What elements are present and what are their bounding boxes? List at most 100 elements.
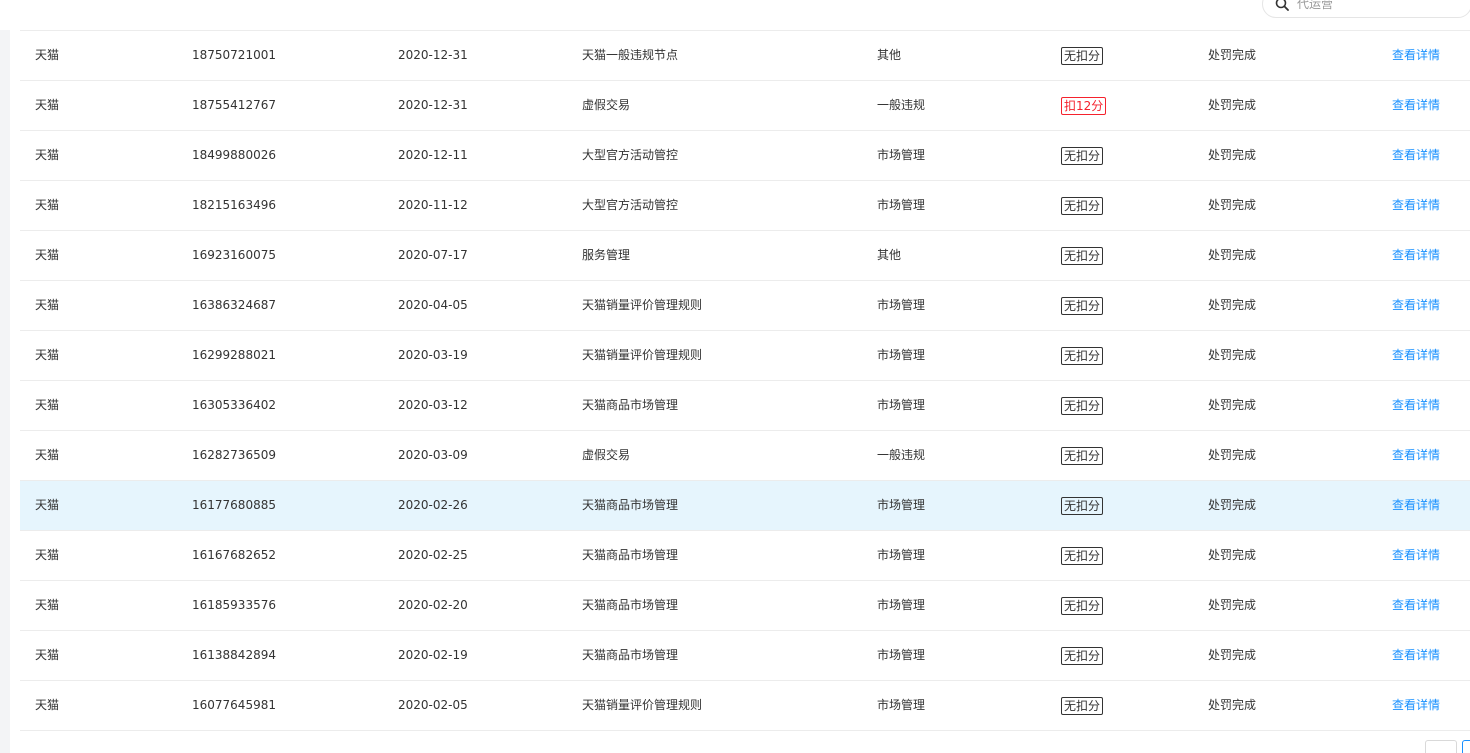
points-badge: 无扣分: [1061, 646, 1104, 665]
cell-points: 无扣分: [1061, 31, 1104, 80]
cell-status: 处罚完成: [1208, 148, 1257, 162]
cell-platform: 天猫: [35, 348, 60, 362]
view-details-link[interactable]: 查看详情: [1392, 631, 1440, 680]
cell-id: 18215163496: [192, 198, 276, 212]
cell-platform: 天猫: [35, 548, 60, 562]
cell-status: 处罚完成: [1208, 398, 1257, 412]
view-details-link[interactable]: 查看详情: [1392, 531, 1440, 580]
table-row[interactable]: 天猫 16923160075 2020-07-17 服务管理 其他 无扣分 处罚完成 查看详情: [20, 231, 1470, 281]
view-details-link[interactable]: 查看详情: [1392, 81, 1440, 130]
table-row[interactable]: 天猫 16386324687 2020-04-05 天猫销量评价管理规则 市场管理 无扣分…: [20, 281, 1470, 331]
table-row[interactable]: 天猫 18755412767 2020-12-31 虚假交易 一般违规 扣12分 处罚完成 查…: [20, 81, 1470, 131]
cell-reason: 天猫商品市场管理: [582, 398, 679, 412]
cell-id: 18750721001: [192, 48, 276, 62]
cell-platform: 天猫: [35, 198, 60, 212]
table-row[interactable]: 天猫 16299288021 2020-03-19 天猫销量评价管理规则 市场管理 无扣分…: [20, 331, 1470, 381]
view-details-link[interactable]: 查看详情: [1392, 181, 1440, 230]
cell-platform: 天猫: [35, 48, 60, 62]
cell-platform: 天猫: [35, 248, 60, 262]
cell-type: 市场管理: [877, 198, 926, 212]
cell-reason: 天猫商品市场管理: [582, 498, 679, 512]
view-details-link[interactable]: 查看详情: [1392, 231, 1440, 280]
cell-reason: 天猫销量评价管理规则: [582, 348, 703, 362]
cell-reason: 天猫商品市场管理: [582, 598, 679, 612]
cell-date: 2020-04-05: [398, 298, 468, 312]
cell-type: 市场管理: [877, 398, 926, 412]
pagination-page-button[interactable]: [1462, 740, 1470, 753]
cell-points: 无扣分: [1061, 631, 1104, 680]
table-row[interactable]: 天猫 16282736509 2020-03-09 虚假交易 一般违规 无扣分 处罚完成 查看…: [20, 431, 1470, 481]
view-details-link[interactable]: 查看详情: [1392, 581, 1440, 630]
cell-points: 无扣分: [1061, 131, 1104, 180]
points-badge: 无扣分: [1061, 246, 1104, 265]
cell-id: 16077645981: [192, 698, 276, 712]
cell-date: 2020-07-17: [398, 248, 468, 262]
cell-platform: 天猫: [35, 448, 60, 462]
violations-table: 天猫 18750721001 2020-12-31 天猫一般违规节点 其他 无扣分 处罚完成…: [20, 30, 1470, 731]
cell-reason: 虚假交易: [582, 448, 631, 462]
cell-points: 无扣分: [1061, 431, 1104, 480]
table-row[interactable]: 天猫 18750721001 2020-12-31 天猫一般违规节点 其他 无扣分 处罚完成…: [20, 30, 1470, 81]
view-details-link[interactable]: 查看详情: [1392, 481, 1440, 530]
cell-reason: 大型官方活动管控: [582, 198, 679, 212]
left-sidebar-edge: [0, 30, 10, 753]
cell-points: 无扣分: [1061, 681, 1104, 730]
cell-status: 处罚完成: [1208, 698, 1257, 712]
cell-platform: 天猫: [35, 698, 60, 712]
table-row[interactable]: 天猫 16305336402 2020-03-12 天猫商品市场管理 市场管理 无扣分 处罚…: [20, 381, 1470, 431]
cell-status: 处罚完成: [1208, 298, 1257, 312]
points-badge: 无扣分: [1061, 396, 1104, 415]
cell-type: 一般违规: [877, 448, 926, 462]
cell-date: 2020-12-11: [398, 148, 468, 162]
cell-status: 处罚完成: [1208, 648, 1257, 662]
cell-status: 处罚完成: [1208, 48, 1257, 62]
cell-platform: 天猫: [35, 398, 60, 412]
search-box[interactable]: 代运营: [1262, 0, 1470, 18]
view-details-link[interactable]: 查看详情: [1392, 31, 1440, 80]
cell-platform: 天猫: [35, 98, 60, 112]
table-row[interactable]: 天猫 16185933576 2020-02-20 天猫商品市场管理 市场管理 无扣分 处罚…: [20, 581, 1470, 631]
table-row[interactable]: 天猫 16077645981 2020-02-05 天猫销量评价管理规则 市场管理 无扣分…: [20, 681, 1470, 731]
pagination-prev-button[interactable]: [1425, 740, 1457, 753]
cell-reason: 天猫销量评价管理规则: [582, 298, 703, 312]
cell-type: 市场管理: [877, 698, 926, 712]
table-row[interactable]: 天猫 16138842894 2020-02-19 天猫商品市场管理 市场管理 无扣分 处罚…: [20, 631, 1470, 681]
cell-id: 16923160075: [192, 248, 276, 262]
table-row[interactable]: 天猫 18215163496 2020-11-12 大型官方活动管控 市场管理 无扣分 处罚…: [20, 181, 1470, 231]
cell-id: 16185933576: [192, 598, 276, 612]
cell-id: 16138842894: [192, 648, 276, 662]
table-row[interactable]: 天猫 18499880026 2020-12-11 大型官方活动管控 市场管理 无扣分 处罚…: [20, 131, 1470, 181]
view-details-link[interactable]: 查看详情: [1392, 131, 1440, 180]
cell-points: 无扣分: [1061, 531, 1104, 580]
view-details-link[interactable]: 查看详情: [1392, 381, 1440, 430]
cell-date: 2020-02-05: [398, 698, 468, 712]
points-badge: 无扣分: [1061, 596, 1104, 615]
cell-date: 2020-03-09: [398, 448, 468, 462]
cell-type: 市场管理: [877, 348, 926, 362]
search-icon[interactable]: [1275, 0, 1289, 11]
cell-id: 18499880026: [192, 148, 276, 162]
cell-points: 无扣分: [1061, 181, 1104, 230]
points-badge: 无扣分: [1061, 346, 1104, 365]
table-row[interactable]: 天猫 16167682652 2020-02-25 天猫商品市场管理 市场管理 无扣分 处罚…: [20, 531, 1470, 581]
cell-platform: 天猫: [35, 148, 60, 162]
cell-points: 无扣分: [1061, 481, 1104, 530]
view-details-link[interactable]: 查看详情: [1392, 331, 1440, 380]
cell-type: 其他: [877, 248, 902, 262]
table-row[interactable]: 天猫 16177680885 2020-02-26 天猫商品市场管理 市场管理 无扣分 处罚…: [20, 481, 1470, 531]
search-input[interactable]: 代运营: [1297, 0, 1333, 11]
cell-status: 处罚完成: [1208, 548, 1257, 562]
view-details-link[interactable]: 查看详情: [1392, 431, 1440, 480]
cell-type: 市场管理: [877, 548, 926, 562]
view-details-link[interactable]: 查看详情: [1392, 281, 1440, 330]
cell-id: 18755412767: [192, 98, 276, 112]
points-badge: 无扣分: [1061, 696, 1104, 715]
cell-type: 其他: [877, 48, 902, 62]
cell-date: 2020-12-31: [398, 48, 468, 62]
cell-type: 一般违规: [877, 98, 926, 112]
cell-date: 2020-12-31: [398, 98, 468, 112]
cell-id: 16386324687: [192, 298, 276, 312]
cell-type: 市场管理: [877, 648, 926, 662]
view-details-link[interactable]: 查看详情: [1392, 681, 1440, 730]
cell-reason: 天猫一般违规节点: [582, 48, 679, 62]
